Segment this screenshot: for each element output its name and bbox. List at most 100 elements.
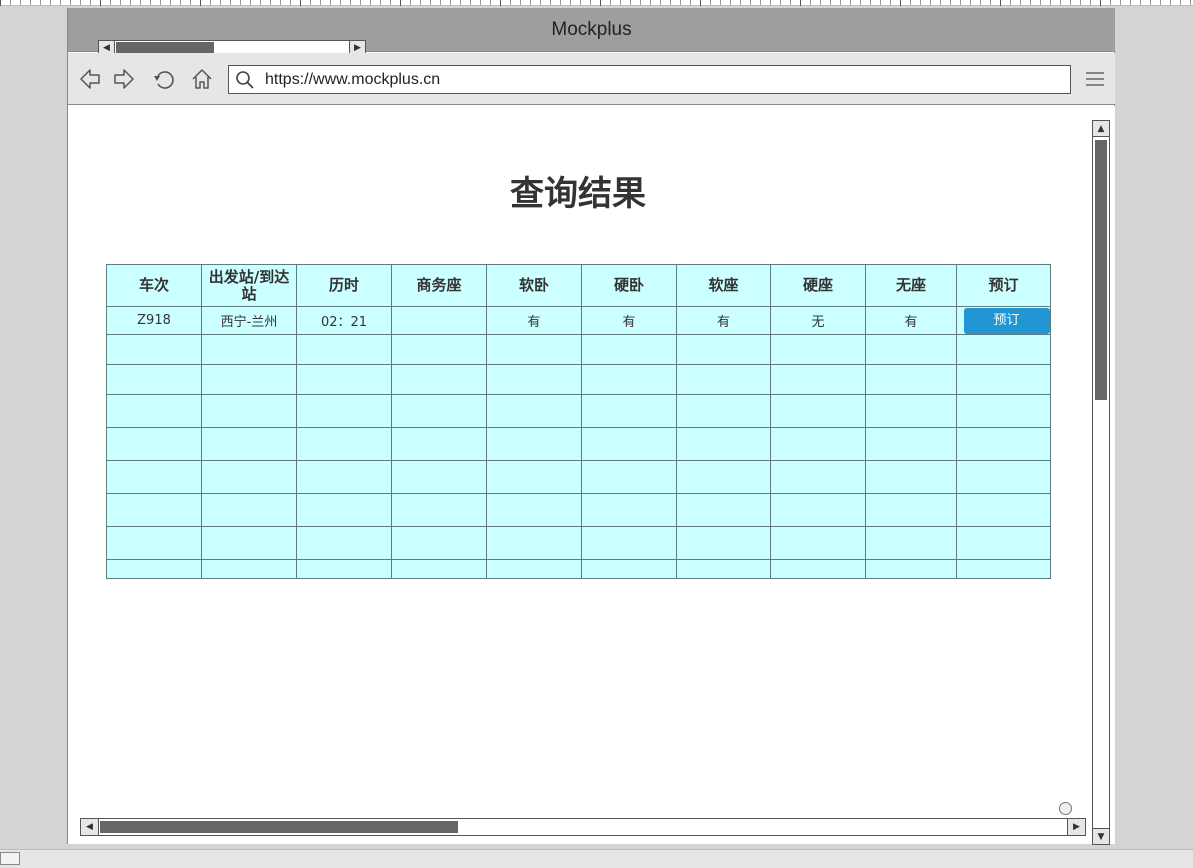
cell-train: Z918 <box>106 306 202 335</box>
empty-cell <box>296 394 392 428</box>
empty-cell <box>676 394 771 428</box>
empty-cell <box>956 364 1051 395</box>
empty-cell <box>201 526 297 560</box>
empty-cell <box>201 493 297 527</box>
empty-cell <box>296 364 392 395</box>
empty-cell <box>201 364 297 395</box>
scroll-up-arrow-icon[interactable]: ▲ <box>1093 121 1109 137</box>
empty-cell <box>106 493 202 527</box>
empty-cell <box>676 559 771 579</box>
back-icon[interactable] <box>77 66 103 92</box>
empty-cell <box>865 559 957 579</box>
table-row <box>106 559 1051 579</box>
horizontal-scroll-thumb[interactable] <box>100 821 458 833</box>
table-row <box>106 526 1051 560</box>
empty-cell <box>581 334 677 365</box>
empty-cell <box>486 559 582 579</box>
design-canvas: Mockplus ◀ ▶ https://www.mockplus.cn 查询结… <box>0 0 1193 868</box>
empty-cell <box>956 460 1051 494</box>
empty-cell <box>201 460 297 494</box>
empty-cell <box>391 394 487 428</box>
vertical-scroll-thumb[interactable] <box>1095 140 1107 400</box>
empty-cell <box>486 493 582 527</box>
cell-business <box>391 306 487 335</box>
empty-cell <box>391 559 487 579</box>
empty-cell <box>391 526 487 560</box>
empty-cell <box>106 559 202 579</box>
header-hard-sleeper: 硬卧 <box>581 264 677 307</box>
empty-cell <box>865 334 957 365</box>
empty-cell <box>391 493 487 527</box>
empty-cell <box>865 493 957 527</box>
scroll-right-arrow-icon[interactable]: ▶ <box>1067 819 1085 835</box>
table-row <box>106 427 1051 461</box>
menu-icon[interactable] <box>1084 68 1106 90</box>
browser-navbar <box>68 53 1115 105</box>
empty-cell <box>391 460 487 494</box>
cell-no-seat: 有 <box>865 306 957 335</box>
empty-cell <box>865 526 957 560</box>
empty-cell <box>770 559 866 579</box>
cell-stations: 西宁-兰州 <box>201 306 297 335</box>
empty-cell <box>581 526 677 560</box>
empty-cell <box>581 394 677 428</box>
empty-cell <box>296 460 392 494</box>
table-row: Z918 西宁-兰州 02：21 有 有 有 无 有 预订 <box>106 306 1051 335</box>
url-input[interactable] <box>265 70 1055 90</box>
header-book: 预订 <box>956 264 1051 307</box>
table-row <box>106 394 1051 428</box>
empty-cell <box>581 364 677 395</box>
book-button[interactable]: 预订 <box>963 307 1050 334</box>
forward-icon[interactable] <box>111 66 137 92</box>
empty-cell <box>391 334 487 365</box>
empty-cell <box>956 559 1051 579</box>
empty-cell <box>581 427 677 461</box>
empty-cell <box>106 460 202 494</box>
empty-cell <box>106 334 202 365</box>
table-header-row: 车次 出发站/到达站 历时 商务座 软卧 硬卧 软座 硬座 无座 预订 <box>106 264 1051 307</box>
home-icon[interactable] <box>189 66 215 92</box>
header-soft-seat: 软座 <box>676 264 771 307</box>
empty-cell <box>956 427 1051 461</box>
page-viewport: 查询结果 车次 出发站/到达站 历时 商务座 软卧 硬卧 软座 硬座 无座 预订… <box>68 106 1115 845</box>
window-titlebar: Mockplus ◀ ▶ <box>68 8 1115 57</box>
gear-icon[interactable] <box>1059 802 1072 815</box>
empty-cell <box>581 493 677 527</box>
top-ruler <box>0 0 1193 6</box>
empty-cell <box>770 526 866 560</box>
page-tab[interactable] <box>0 852 20 865</box>
empty-cell <box>296 334 392 365</box>
empty-cell <box>581 460 677 494</box>
empty-cell <box>865 427 957 461</box>
empty-cell <box>676 427 771 461</box>
header-train: 车次 <box>106 264 202 307</box>
empty-cell <box>201 334 297 365</box>
scroll-down-arrow-icon[interactable]: ▼ <box>1093 828 1109 844</box>
empty-cell <box>201 427 297 461</box>
page-title: 查询结果 <box>510 174 646 214</box>
header-no-seat: 无座 <box>865 264 957 307</box>
header-business: 商务座 <box>391 264 487 307</box>
address-bar[interactable] <box>228 65 1071 94</box>
empty-cell <box>486 364 582 395</box>
refresh-icon[interactable] <box>151 66 177 92</box>
empty-cell <box>201 394 297 428</box>
empty-cell <box>676 493 771 527</box>
vertical-scrollbar[interactable]: ▲ ▼ <box>1092 120 1110 845</box>
empty-cell <box>956 493 1051 527</box>
empty-cell <box>201 559 297 579</box>
empty-cell <box>486 427 582 461</box>
scroll-left-arrow-icon[interactable]: ◀ <box>81 819 99 835</box>
cell-soft-seat: 有 <box>676 306 771 335</box>
header-hard-seat: 硬座 <box>770 264 866 307</box>
empty-cell <box>106 427 202 461</box>
header-soft-sleeper: 软卧 <box>486 264 582 307</box>
horizontal-scrollbar[interactable]: ◀ ▶ <box>80 818 1086 836</box>
header-stations: 出发站/到达站 <box>201 264 297 307</box>
empty-cell <box>296 559 392 579</box>
cell-hard-seat: 无 <box>770 306 866 335</box>
results-table: 车次 出发站/到达站 历时 商务座 软卧 硬卧 软座 硬座 无座 预订 Z918 <box>106 264 1051 579</box>
window-title: Mockplus <box>551 19 632 40</box>
table-row <box>106 460 1051 494</box>
empty-cell <box>106 394 202 428</box>
